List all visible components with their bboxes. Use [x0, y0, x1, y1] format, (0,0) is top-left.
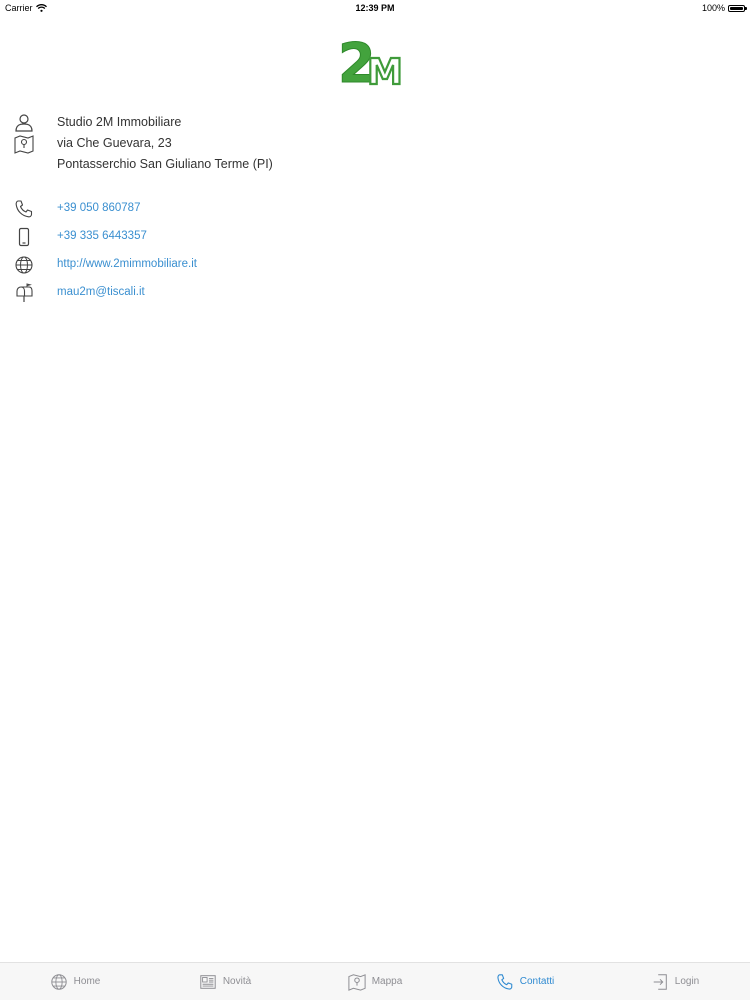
email-link[interactable]: mau2m@tiscali.it [57, 286, 145, 298]
tab-login-label: Login [674, 976, 700, 987]
tab-bar: Home Novità Mappa Contatti Login [0, 962, 750, 1000]
address-line-1: via Che Guevara, 23 [57, 136, 172, 150]
login-icon [653, 973, 667, 990]
person-icon [15, 114, 33, 132]
map-pin-icon [14, 135, 34, 154]
globe-icon [15, 256, 33, 274]
battery-percent: 100% [701, 3, 725, 13]
address-line-2: Pontasserchio San Giuliano Terme (PI) [57, 157, 273, 171]
tab-login[interactable]: Login [600, 963, 750, 1000]
tab-mappa[interactable]: Mappa [300, 963, 450, 1000]
status-bar: Carrier 12:39 PM 100% [0, 0, 750, 16]
tab-mappa-label: Mappa [371, 976, 403, 987]
battery-icon [728, 4, 747, 12]
mobile-link[interactable]: +39 335 6443357 [57, 230, 147, 242]
tab-home[interactable]: Home [0, 963, 150, 1000]
map-icon [348, 973, 366, 991]
status-right: 100% [701, 3, 747, 13]
logo-2m: 2 M [338, 32, 404, 89]
tab-home-label: Home [73, 976, 101, 987]
website-link[interactable]: http://www.2mimmobiliare.it [57, 258, 197, 270]
phone-icon [15, 200, 33, 218]
status-time: 12:39 PM [355, 3, 395, 13]
globe-icon [50, 973, 67, 990]
phone-link[interactable]: +39 050 860787 [57, 202, 140, 214]
tab-contatti[interactable]: Contatti [450, 963, 600, 1000]
phone-icon [497, 973, 513, 990]
tab-novita-label: Novità [222, 976, 252, 987]
svg-text:M: M [367, 52, 403, 88]
newspaper-icon [200, 974, 216, 989]
tab-novita[interactable]: Novità [150, 963, 300, 1000]
mobile-phone-icon [18, 227, 30, 247]
mailbox-icon [16, 283, 33, 302]
tab-contatti-label: Contatti [519, 976, 555, 987]
contact-name: Studio 2M Immobiliare [57, 115, 182, 129]
